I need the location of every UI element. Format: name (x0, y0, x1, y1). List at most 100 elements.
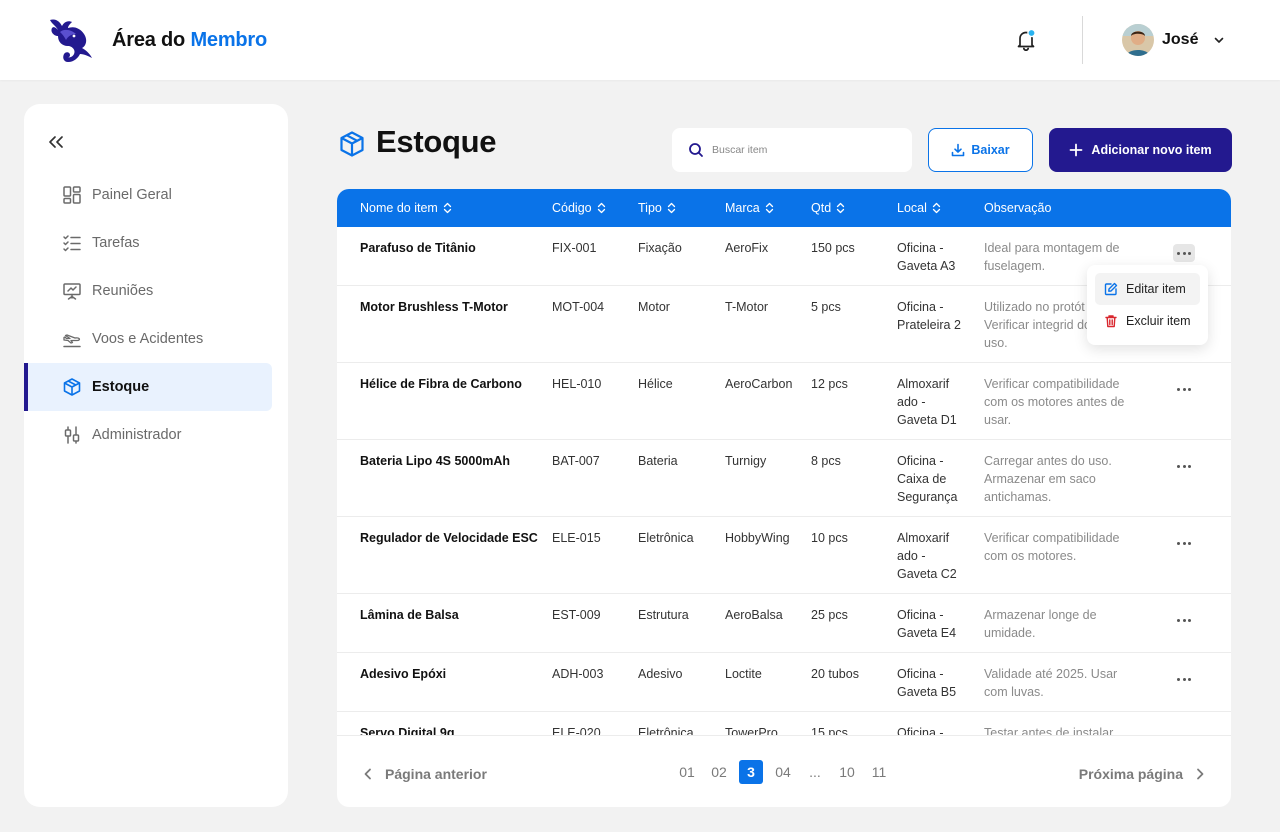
item-name: Hélice de Fibra de Carbono (360, 377, 522, 391)
page-title: Estoque (376, 124, 497, 159)
notification-bell-icon[interactable] (1012, 26, 1040, 54)
top-bar: Área do Membro José (0, 0, 1280, 80)
download-button[interactable]: Baixar (928, 128, 1033, 172)
column-header-label: Local (897, 201, 927, 215)
page-number[interactable]: 11 (867, 760, 891, 784)
sidebar-item-estoque[interactable]: Estoque (24, 363, 272, 411)
row-actions-icon[interactable] (1173, 611, 1195, 629)
chevron-right-icon (1197, 768, 1204, 780)
item-type: Eletrônica (638, 531, 694, 545)
column-header-label: Marca (725, 201, 760, 215)
page-number[interactable]: 02 (707, 760, 731, 784)
item-brand: AeroFix (725, 241, 769, 255)
presentation-icon (63, 283, 81, 300)
sidebar-item-label: Painel Geral (92, 187, 172, 203)
griffin-logo-icon[interactable] (46, 14, 98, 66)
item-code: BAT-007 (552, 454, 600, 468)
item-type: Eletrônica (638, 726, 694, 735)
page-number[interactable]: 10 (835, 760, 859, 784)
column-header-label: Tipo (638, 201, 662, 215)
add-item-button-label: Adicionar novo item (1091, 143, 1212, 157)
sidebar-item-label: Tarefas (92, 235, 140, 251)
sort-icon (837, 202, 845, 214)
chevron-down-icon[interactable] (1212, 33, 1226, 47)
item-type: Fixação (638, 241, 682, 255)
item-location: Almoxarif ado - Gaveta D1 (897, 377, 957, 427)
header-divider (1082, 16, 1083, 64)
edit-item-menu-item[interactable]: Editar item (1095, 273, 1200, 305)
sidebar-item-reunioes[interactable]: Reuniões (24, 267, 288, 315)
sort-icon (597, 202, 605, 214)
item-type: Motor (638, 300, 670, 314)
column-header-label: Nome do item (360, 201, 438, 215)
item-brand: Turnigy (725, 454, 767, 468)
add-item-button[interactable]: Adicionar novo item (1049, 128, 1232, 172)
item-observation: Armazenar longe de umidade. (984, 608, 1097, 640)
item-brand: AeroBalsa (725, 608, 783, 622)
item-location: Oficina - Prateleira 2 (897, 300, 961, 332)
sidebar: Painel Geral Tarefas Reuniões Voos e Aci… (24, 104, 288, 807)
column-header-marca[interactable]: Marca (725, 189, 774, 227)
page-number-current[interactable]: 3 (739, 760, 763, 784)
item-name: Regulador de Velocidade ESC (360, 531, 538, 545)
page-number[interactable]: 01 (675, 760, 699, 784)
search-box[interactable] (672, 128, 912, 172)
item-qty: 15 pcs (811, 726, 848, 735)
column-header-nome[interactable]: Nome do item (360, 189, 452, 227)
row-actions-icon[interactable] (1173, 457, 1195, 475)
row-actions-icon[interactable] (1173, 380, 1195, 398)
item-location: Oficina - (897, 726, 944, 735)
search-icon (689, 143, 703, 157)
table-row[interactable]: Regulador de Velocidade ESC ELE-015 Elet… (337, 517, 1231, 594)
sidebar-item-administrador[interactable]: Administrador (24, 411, 288, 459)
item-observation: Verificar compatibilidade com os motores… (984, 531, 1120, 563)
column-header-tipo[interactable]: Tipo (638, 189, 676, 227)
page-number[interactable]: 04 (771, 760, 795, 784)
row-context-menu: Editar item Excluir item (1087, 265, 1208, 345)
collapse-sidebar-icon[interactable] (46, 132, 66, 152)
table-row[interactable]: Hélice de Fibra de Carbono HEL-010 Hélic… (337, 363, 1231, 440)
delete-item-menu-item[interactable]: Excluir item (1095, 305, 1200, 337)
row-actions-icon[interactable] (1173, 670, 1195, 688)
trash-icon (1105, 315, 1117, 328)
column-header-qtd[interactable]: Qtd (811, 189, 845, 227)
sidebar-item-painel-geral[interactable]: Painel Geral (24, 171, 288, 219)
item-observation: Utilizado no protót Verificar integrid d… (984, 300, 1092, 350)
item-brand: T-Motor (725, 300, 769, 314)
item-observation: Carregar antes do uso. Armazenar em saco… (984, 454, 1112, 504)
app-title-main: Área do (112, 29, 186, 51)
user-menu[interactable]: José (1122, 24, 1226, 56)
sidebar-item-tarefas[interactable]: Tarefas (24, 219, 288, 267)
table-row[interactable]: Bateria Lipo 4S 5000mAh BAT-007 Bateria … (337, 440, 1231, 517)
next-page-label: Próxima página (1078, 766, 1183, 782)
row-actions-icon[interactable] (1173, 534, 1195, 552)
item-location: Oficina - Caixa de Segurança (897, 454, 958, 504)
sidebar-item-voos-acidentes[interactable]: Voos e Acidentes (24, 315, 288, 363)
column-header-codigo[interactable]: Código (552, 189, 606, 227)
sort-icon (667, 202, 676, 214)
item-type: Hélice (638, 377, 673, 391)
table-row[interactable]: Adesivo Epóxi ADH-003 Adesivo Loctite 20… (337, 653, 1231, 712)
item-brand: Loctite (725, 667, 762, 681)
search-input[interactable] (712, 144, 892, 156)
chevron-left-icon (364, 768, 371, 780)
table-row[interactable]: Lâmina de Balsa EST-009 Estrutura AeroBa… (337, 594, 1231, 653)
item-code: FIX-001 (552, 241, 597, 255)
next-page-button[interactable]: Próxima página (1079, 766, 1207, 782)
pagination: 01 02 3 04 ... 10 11 (675, 760, 899, 784)
item-name: Adesivo Epóxi (360, 667, 447, 681)
item-name: Parafuso de Titânio (360, 241, 476, 255)
item-code: ELE-020 (552, 726, 601, 735)
box-icon (340, 131, 364, 157)
previous-page-button[interactable]: Página anterior (361, 766, 487, 782)
item-code: HEL-010 (552, 377, 602, 391)
download-button-label: Baixar (971, 143, 1010, 157)
sort-icon (443, 202, 451, 214)
app-title-accent: Membro (190, 29, 268, 51)
table-row[interactable]: Servo Digital 9g ELE-020 Eletrônica Towe… (337, 712, 1231, 735)
item-type: Estrutura (638, 608, 689, 622)
table-footer-divider (337, 735, 1231, 736)
column-header-local[interactable]: Local (897, 189, 941, 227)
row-actions-icon[interactable] (1173, 244, 1195, 262)
item-name: Motor Brushless T-Motor (360, 300, 508, 314)
